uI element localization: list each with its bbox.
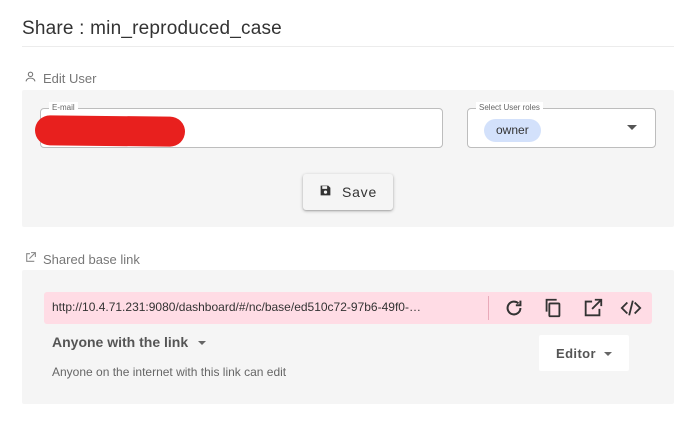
floppy-disk-icon	[319, 184, 332, 200]
user-roles-legend: Select User roles	[476, 102, 543, 114]
open-in-new-icon	[24, 251, 37, 267]
caret-down-icon[interactable]	[627, 125, 637, 130]
save-button[interactable]: Save	[303, 174, 393, 210]
shared-link-url[interactable]: http://10.4.71.231:9080/dashboard/#/nc/b…	[52, 300, 480, 314]
reload-icon[interactable]	[503, 297, 525, 319]
embed-code-icon[interactable]	[620, 297, 642, 319]
link-bar-divider	[488, 296, 489, 320]
page-title: Share : min_reproduced_case	[22, 18, 282, 39]
caret-down-icon	[603, 352, 612, 356]
permission-dropdown[interactable]: Editor	[539, 335, 629, 371]
link-access-label: Anyone with the link	[52, 334, 189, 350]
title-divider	[22, 46, 674, 47]
email-field[interactable]: E-mail	[34, 102, 443, 148]
edit-user-label: Edit User	[43, 70, 97, 86]
edit-user-section-label: Edit User	[24, 70, 96, 86]
save-button-label: Save	[341, 184, 378, 200]
shared-link-bar: http://10.4.71.231:9080/dashboard/#/nc/b…	[44, 292, 652, 324]
role-chip-owner: owner	[484, 119, 541, 142]
link-access-dropdown[interactable]: Anyone with the link	[52, 334, 207, 350]
shared-link-label: Shared base link	[43, 251, 140, 267]
copy-icon[interactable]	[542, 297, 564, 319]
user-icon	[24, 70, 37, 86]
open-in-new-icon[interactable]	[582, 297, 604, 319]
shared-link-section-label: Shared base link	[24, 251, 140, 267]
redaction-mark	[34, 115, 186, 147]
permission-label: Editor	[556, 345, 596, 361]
link-access-description: Anyone on the internet with this link ca…	[52, 365, 287, 379]
email-field-legend: E-mail	[49, 102, 78, 114]
caret-down-icon	[198, 341, 207, 345]
user-roles-select[interactable]: Select User roles owner	[467, 102, 656, 148]
